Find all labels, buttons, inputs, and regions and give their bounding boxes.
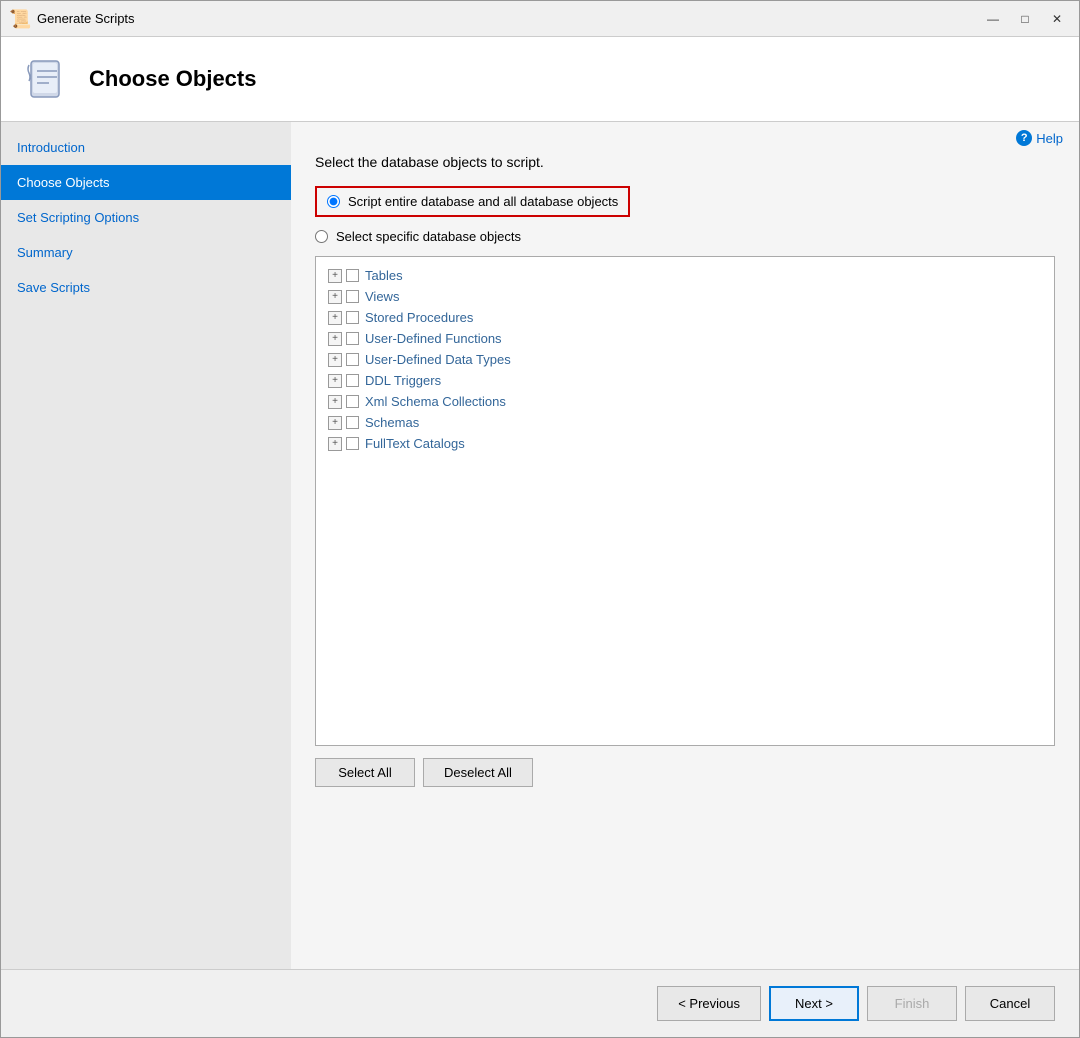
top-bar: ? Help	[291, 122, 1079, 154]
tree-label-user-defined-data-types: User-Defined Data Types	[365, 352, 511, 367]
next-button[interactable]: Next >	[769, 986, 859, 1021]
sidebar-item-set-scripting-options[interactable]: Set Scripting Options	[1, 200, 291, 235]
deselect-all-button[interactable]: Deselect All	[423, 758, 533, 787]
checkbox-ddl-triggers[interactable]	[346, 374, 359, 387]
main-content: Select the database objects to script. S…	[291, 154, 1079, 969]
expand-icon-user-defined-data-types[interactable]: +	[328, 353, 342, 367]
radio-specific-container[interactable]: Select specific database objects	[315, 229, 1055, 244]
checkbox-fulltext-catalogs[interactable]	[346, 437, 359, 450]
expand-icon-fulltext-catalogs[interactable]: +	[328, 437, 342, 451]
sidebar-item-save-scripts[interactable]: Save Scripts	[1, 270, 291, 305]
tree-label-tables: Tables	[365, 268, 403, 283]
close-button[interactable]: ✕	[1043, 9, 1071, 29]
sidebar-item-choose-objects[interactable]: Choose Objects	[1, 165, 291, 200]
window-title: Generate Scripts	[37, 11, 979, 26]
tree-label-schemas: Schemas	[365, 415, 419, 430]
generate-scripts-window: 📜 Generate Scripts — □ ✕ Choose Objects	[0, 0, 1080, 1038]
tree-item-user-defined-functions[interactable]: + User-Defined Functions	[320, 328, 1050, 349]
expand-icon-views[interactable]: +	[328, 290, 342, 304]
page-header: Choose Objects	[1, 37, 1079, 122]
tree-item-stored-procedures[interactable]: + Stored Procedures	[320, 307, 1050, 328]
expand-icon-xml-schema-collections[interactable]: +	[328, 395, 342, 409]
cancel-button[interactable]: Cancel	[965, 986, 1055, 1021]
radio-entire-database-container[interactable]: Script entire database and all database …	[315, 186, 630, 217]
checkbox-user-defined-data-types[interactable]	[346, 353, 359, 366]
titlebar: 📜 Generate Scripts — □ ✕	[1, 1, 1079, 37]
select-all-button[interactable]: Select All	[315, 758, 415, 787]
expand-icon-stored-procedures[interactable]: +	[328, 311, 342, 325]
tree-label-xml-schema-collections: Xml Schema Collections	[365, 394, 506, 409]
tree-label-ddl-triggers: DDL Triggers	[365, 373, 441, 388]
section-title: Select the database objects to script.	[315, 154, 1055, 170]
previous-button[interactable]: < Previous	[657, 986, 761, 1021]
page-title: Choose Objects	[89, 66, 256, 92]
tree-label-user-defined-functions: User-Defined Functions	[365, 331, 502, 346]
radio-specific-database[interactable]	[315, 230, 328, 243]
sidebar: Introduction Choose Objects Set Scriptin…	[1, 122, 291, 969]
app-icon: 📜	[9, 9, 29, 29]
expand-icon-schemas[interactable]: +	[328, 416, 342, 430]
objects-tree[interactable]: + Tables + Views + Stored Procedures	[315, 256, 1055, 746]
checkbox-views[interactable]	[346, 290, 359, 303]
tree-item-schemas[interactable]: + Schemas	[320, 412, 1050, 433]
main-panel: ? Help Select the database objects to sc…	[291, 122, 1079, 969]
expand-icon-user-defined-functions[interactable]: +	[328, 332, 342, 346]
checkbox-xml-schema-collections[interactable]	[346, 395, 359, 408]
checkbox-stored-procedures[interactable]	[346, 311, 359, 324]
sidebar-item-introduction[interactable]: Introduction	[1, 130, 291, 165]
tree-item-xml-schema-collections[interactable]: + Xml Schema Collections	[320, 391, 1050, 412]
radio-entire-database-label: Script entire database and all database …	[348, 194, 618, 209]
tree-item-user-defined-data-types[interactable]: + User-Defined Data Types	[320, 349, 1050, 370]
tree-item-tables[interactable]: + Tables	[320, 265, 1050, 286]
tree-button-row: Select All Deselect All	[315, 758, 1055, 787]
maximize-button[interactable]: □	[1011, 9, 1039, 29]
expand-icon-ddl-triggers[interactable]: +	[328, 374, 342, 388]
radio-entire-database[interactable]	[327, 195, 340, 208]
checkbox-user-defined-functions[interactable]	[346, 332, 359, 345]
finish-button[interactable]: Finish	[867, 986, 957, 1021]
tree-label-stored-procedures: Stored Procedures	[365, 310, 473, 325]
window-controls: — □ ✕	[979, 9, 1071, 29]
tree-label-views: Views	[365, 289, 399, 304]
sidebar-item-summary[interactable]: Summary	[1, 235, 291, 270]
minimize-button[interactable]: —	[979, 9, 1007, 29]
help-link[interactable]: ? Help	[1016, 130, 1063, 146]
checkbox-schemas[interactable]	[346, 416, 359, 429]
content-area: Introduction Choose Objects Set Scriptin…	[1, 122, 1079, 969]
help-icon: ?	[1016, 130, 1032, 146]
radio-specific-label: Select specific database objects	[336, 229, 521, 244]
tree-label-fulltext-catalogs: FullText Catalogs	[365, 436, 465, 451]
header-icon	[21, 53, 73, 105]
tree-item-fulltext-catalogs[interactable]: + FullText Catalogs	[320, 433, 1050, 454]
expand-icon-tables[interactable]: +	[328, 269, 342, 283]
tree-item-views[interactable]: + Views	[320, 286, 1050, 307]
footer: < Previous Next > Finish Cancel	[1, 969, 1079, 1037]
checkbox-tables[interactable]	[346, 269, 359, 282]
tree-item-ddl-triggers[interactable]: + DDL Triggers	[320, 370, 1050, 391]
